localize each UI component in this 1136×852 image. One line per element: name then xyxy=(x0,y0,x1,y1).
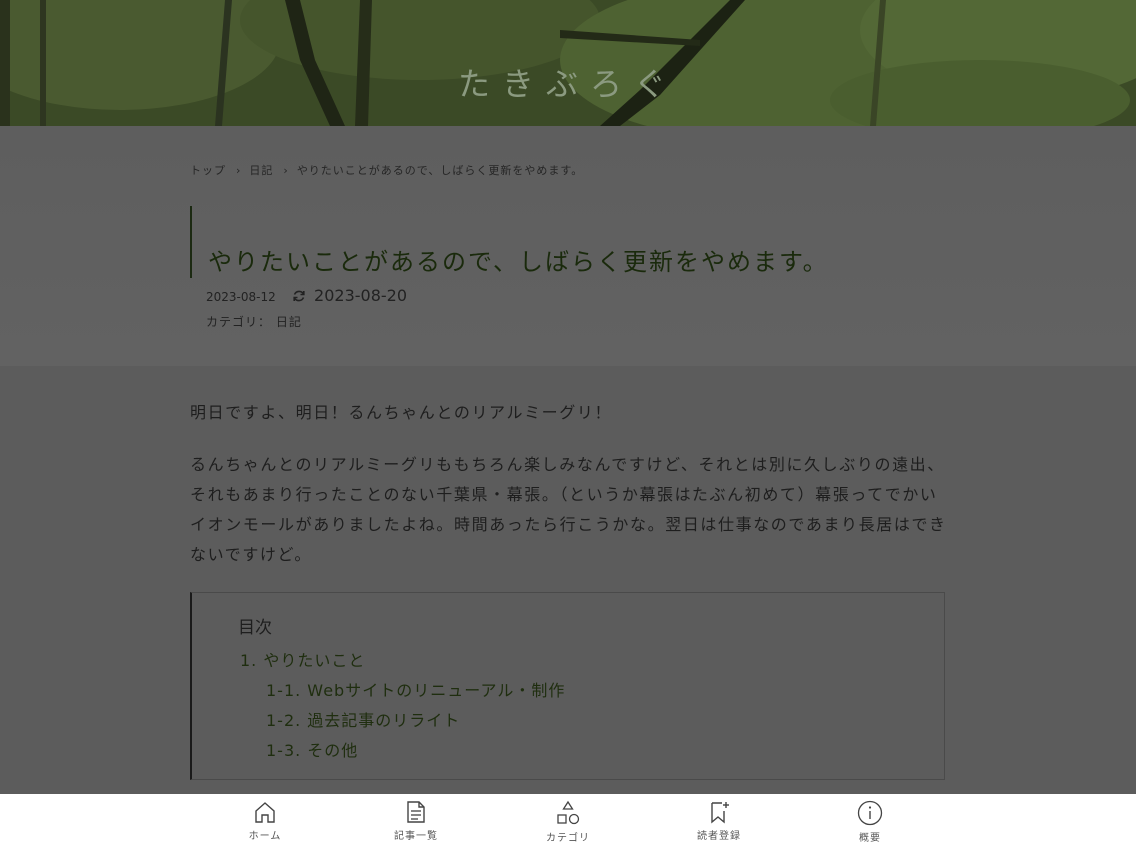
site-title[interactable]: たきぶろぐ xyxy=(0,59,1136,105)
toc-item[interactable]: 1-1. Webサイトのリニューアル・制作 xyxy=(266,677,565,701)
updated-date: 2023-08-20 xyxy=(314,286,408,305)
post-title: やりたいことがあるので、しばらく更新をやめます。 xyxy=(208,248,829,276)
info-icon xyxy=(857,800,883,826)
title-block: やりたいことがあるので、しばらく更新をやめます。 xyxy=(190,206,952,278)
paragraph: 明日ですよ、明日！るんちゃんとのリアルミーグリ！ xyxy=(190,403,613,422)
category-link[interactable]: 日記 xyxy=(276,315,302,329)
paragraph: るんちゃんとのリアルミーグリももちろん楽しみなんですけど、それとは別に久しぶりの… xyxy=(190,455,947,564)
breadcrumb-top-link[interactable]: トップ xyxy=(190,164,226,177)
toc-item[interactable]: 1-3. その他 xyxy=(266,737,358,761)
nav-about-button[interactable]: 概要 xyxy=(810,794,930,852)
shapes-icon xyxy=(557,800,580,825)
bottom-navigation: ホーム 記事一覧 カテゴリ 読者登録 概要 xyxy=(0,794,1136,852)
refresh-icon xyxy=(292,289,306,307)
published-date: 2023-08-12 xyxy=(206,290,276,304)
breadcrumb-category-link[interactable]: 日記 xyxy=(249,164,273,177)
site-header: たきぶろぐ xyxy=(0,0,1136,126)
nav-home-label: ホーム xyxy=(248,831,282,842)
nav-category-label: カテゴリ xyxy=(546,833,590,844)
toc-item[interactable]: 1. やりたいこと xyxy=(240,647,365,671)
post-dates: 2023-08-12 2023-08-20 xyxy=(206,286,407,307)
document-icon xyxy=(407,801,425,823)
nav-articles-button[interactable]: 記事一覧 xyxy=(356,794,476,852)
nav-category-button[interactable]: カテゴリ xyxy=(508,794,628,852)
nav-subscribe-label: 読者登録 xyxy=(697,831,741,842)
nav-home-button[interactable]: ホーム xyxy=(205,794,325,852)
toc-item[interactable]: 1-2. 過去記事のリライト xyxy=(266,707,460,731)
breadcrumb-separator: › xyxy=(283,164,289,177)
nav-subscribe-button[interactable]: 読者登録 xyxy=(659,794,779,852)
bookmark-plus-icon xyxy=(711,802,729,824)
home-icon xyxy=(255,802,275,823)
breadcrumb-separator: › xyxy=(236,164,242,177)
toc-title: 目次 xyxy=(238,618,272,638)
breadcrumb-current: やりたいことがあるので、しばらく更新をやめます。 xyxy=(296,164,584,177)
nav-about-label: 概要 xyxy=(859,833,881,844)
article-main: トップ › 日記 › やりたいことがあるので、しばらく更新をやめます。 やりたいことがあ… xyxy=(0,126,1136,794)
table-of-contents: 目次 1. やりたいこと 1-1. Webサイトのリニューアル・制作 1-2. … xyxy=(190,592,945,780)
breadcrumb: トップ › 日記 › やりたいことがあるので、しばらく更新をやめます。 xyxy=(190,162,589,178)
nav-articles-label: 記事一覧 xyxy=(394,831,438,842)
category-label: カテゴリ： xyxy=(206,315,272,329)
category-line: カテゴリ： 日記 xyxy=(206,313,302,330)
